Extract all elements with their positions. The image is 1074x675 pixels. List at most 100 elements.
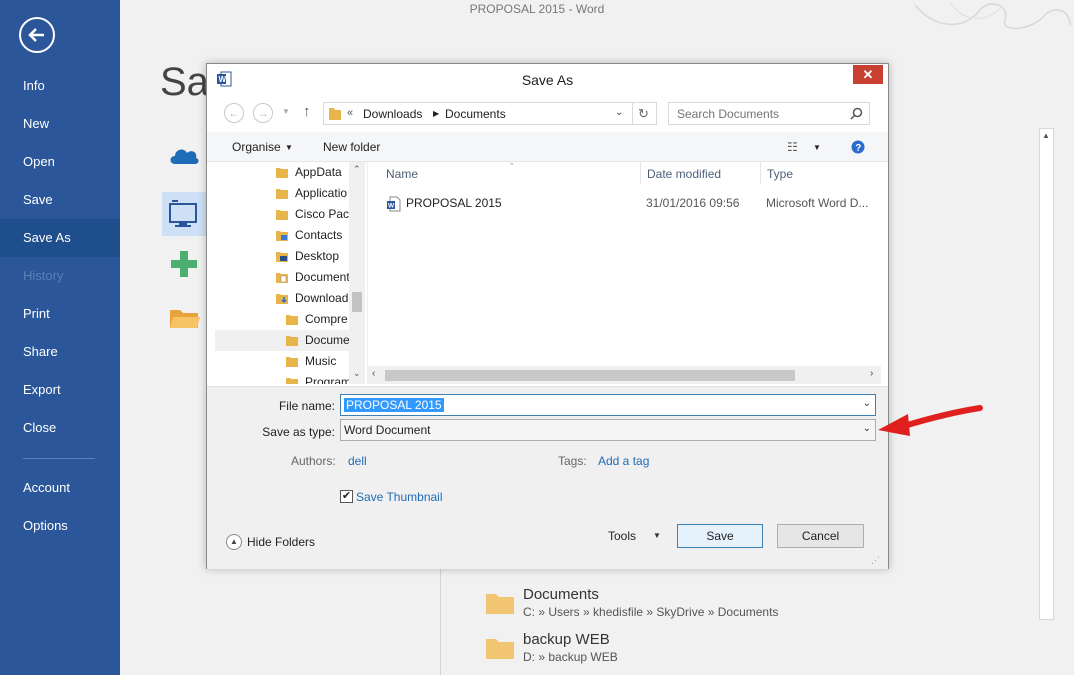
breadcrumb-downloads[interactable]: Downloads <box>363 107 422 121</box>
tree-item-label: Download <box>295 291 349 305</box>
file-name-value: PROPOSAL 2015 <box>344 398 444 412</box>
column-separator[interactable] <box>640 162 641 184</box>
nav-export[interactable]: Export <box>0 371 120 409</box>
folder-icon <box>286 378 298 384</box>
scroll-thumb[interactable] <box>385 370 795 381</box>
save-thumbnail-checkbox[interactable]: ✔ <box>340 490 353 503</box>
recent-folder-name: Documents <box>523 586 599 603</box>
resize-grip-icon[interactable]: ⋰ <box>871 555 880 566</box>
breadcrumb-documents[interactable]: Documents <box>445 107 506 121</box>
onedrive-cloud-icon[interactable] <box>168 144 200 166</box>
nav-save[interactable]: Save <box>0 181 120 219</box>
scroll-down-icon[interactable]: ⌄ <box>353 368 361 379</box>
help-icon[interactable]: ? <box>851 140 865 154</box>
dialog-title: Save As <box>521 72 574 88</box>
column-header-type[interactable]: Type <box>767 167 793 181</box>
folder-icon <box>286 315 298 325</box>
column-header-name[interactable]: Name <box>386 167 418 181</box>
nav-options[interactable]: Options <box>0 507 120 545</box>
search-input[interactable] <box>669 103 845 124</box>
tools-button[interactable]: Tools <box>608 529 636 543</box>
tree-item-label: Program <box>305 375 352 384</box>
tree-item-label: Desktop <box>295 249 340 263</box>
scroll-thumb[interactable] <box>352 292 362 312</box>
column-header-date[interactable]: Date modified <box>647 167 721 181</box>
save-as-type-dropdown-icon[interactable]: ⌄ <box>863 423 871 434</box>
nav-divider <box>23 458 95 459</box>
address-bar[interactable]: « Downloads ▶ Documents ⌄ ↻ <box>323 102 657 125</box>
save-thumbnail-label[interactable]: Save Thumbnail <box>356 490 443 504</box>
hide-folders-button[interactable]: Hide Folders <box>247 535 315 549</box>
new-folder-button[interactable]: New folder <box>323 140 380 154</box>
file-name-field[interactable]: PROPOSAL 2015 ⌄ <box>340 394 876 416</box>
scroll-up-icon[interactable]: ▲ <box>1042 131 1050 140</box>
browse-folder-icon[interactable] <box>169 306 201 330</box>
tree-item-label: AppData <box>295 165 342 179</box>
recent-folder-name: backup WEB <box>523 631 610 648</box>
backstage-sidebar: Info New Open Save Save As History Print… <box>0 0 120 675</box>
nav-info[interactable]: Info <box>0 67 120 105</box>
file-list-horizontal-scrollbar[interactable]: ‹ › <box>367 366 881 384</box>
save-button[interactable]: Save <box>677 524 763 548</box>
desktop-folder-icon <box>276 252 288 262</box>
organise-button[interactable]: Organise <box>232 140 281 154</box>
nav-save-as[interactable]: Save As <box>0 219 120 257</box>
back-arrow-icon[interactable] <box>19 17 55 53</box>
up-arrow-icon[interactable]: ↑ <box>303 103 311 120</box>
scroll-right-icon[interactable]: › <box>870 368 873 379</box>
refresh-icon[interactable]: ↻ <box>632 103 654 124</box>
tree-item-documents-selected[interactable]: Docume <box>215 330 365 351</box>
cancel-button[interactable]: Cancel <box>777 524 864 548</box>
authors-value[interactable]: dell <box>348 454 367 468</box>
command-bar: Organise ▼ New folder ☷ ▼ ? <box>207 132 888 162</box>
nav-print[interactable]: Print <box>0 295 120 333</box>
search-icon[interactable] <box>850 107 863 120</box>
hide-folders-icon[interactable]: ▲ <box>226 534 242 550</box>
breadcrumb-overflow[interactable]: « <box>347 107 353 119</box>
nav-close[interactable]: Close <box>0 409 120 447</box>
tools-chevron-icon[interactable]: ▼ <box>653 531 661 540</box>
forward-icon[interactable]: → <box>253 103 273 123</box>
folder-icon <box>286 336 298 346</box>
view-chevron-icon[interactable]: ▼ <box>813 143 821 152</box>
file-date: 31/01/2016 09:56 <box>646 196 740 210</box>
scroll-up-icon[interactable]: ⌃ <box>353 164 361 175</box>
nav-pane-scrollbar[interactable]: ⌃ ⌄ <box>349 162 365 384</box>
folder-icon <box>486 639 514 659</box>
close-button[interactable]: ✕ <box>853 65 883 84</box>
tree-item-label: Cisco Pacl <box>295 207 352 221</box>
svg-text:W: W <box>388 203 395 210</box>
folder-icon <box>329 108 341 120</box>
file-name-dropdown-icon[interactable]: ⌄ <box>863 398 871 409</box>
folder-icon <box>286 357 298 367</box>
view-options-icon[interactable]: ☷ <box>787 140 798 154</box>
scroll-thumb[interactable] <box>1041 145 1052 619</box>
add-place-plus-icon[interactable] <box>171 251 197 277</box>
folder-icon <box>276 189 288 199</box>
file-row[interactable]: W PROPOSAL 2015 31/01/2016 09:56 Microso… <box>384 193 874 215</box>
tags-value[interactable]: Add a tag <box>598 454 649 468</box>
main-vertical-scrollbar[interactable]: ▲ <box>1039 128 1054 620</box>
dialog-titlebar[interactable]: W Save As ✕ <box>207 64 888 94</box>
nav-new[interactable]: New <box>0 105 120 143</box>
organise-chevron-icon[interactable]: ▼ <box>285 143 293 152</box>
nav-account[interactable]: Account <box>0 469 120 507</box>
nav-share[interactable]: Share <box>0 333 120 371</box>
place-computer-selected[interactable] <box>162 192 207 236</box>
contacts-folder-icon <box>276 231 288 241</box>
navigation-pane: AppData Applicatio Cisco Pacl Contacts D… <box>215 162 365 384</box>
svg-text:?: ? <box>855 143 861 154</box>
recent-folder-path: C: » Users » khedisfile » SkyDrive » Doc… <box>523 605 779 619</box>
tree-item-label: Docume <box>305 333 350 347</box>
back-icon[interactable]: ← <box>224 103 244 123</box>
sort-indicator-icon: ⌃ <box>509 163 515 170</box>
folder-icon <box>276 168 288 178</box>
recent-locations-chevron-icon[interactable]: ▼ <box>282 107 290 116</box>
nav-open[interactable]: Open <box>0 143 120 181</box>
save-as-dialog: W Save As ✕ ← → ▼ ↑ « Downloads ▶ Docume… <box>206 63 889 569</box>
scroll-left-icon[interactable]: ‹ <box>372 368 375 379</box>
address-dropdown-icon[interactable]: ⌄ <box>615 107 623 118</box>
search-box[interactable] <box>668 102 870 125</box>
save-as-type-select[interactable]: Word Document ⌄ <box>340 419 876 441</box>
column-separator[interactable] <box>760 162 761 184</box>
